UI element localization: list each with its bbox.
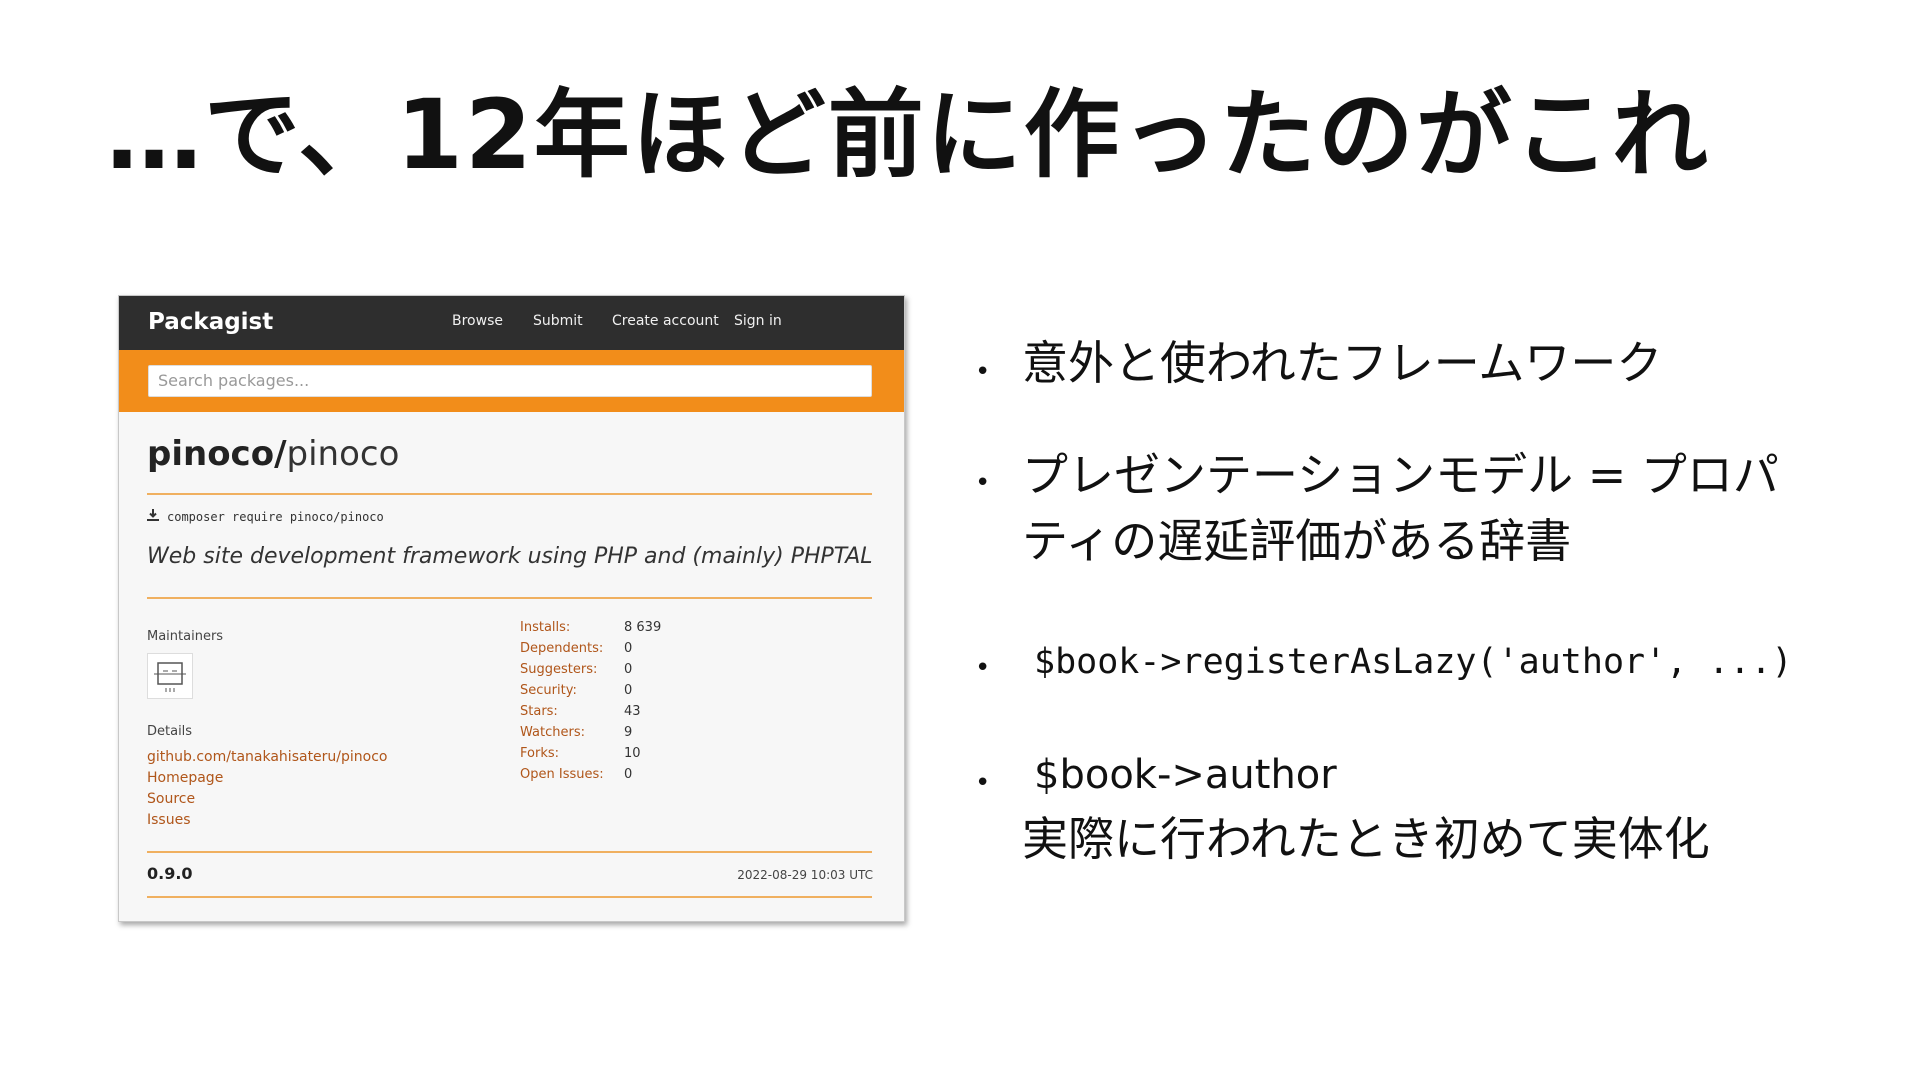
bullet-2-line-2: ティの遅延評価がある辞書	[1022, 514, 1572, 568]
install-command[interactable]: composer require pinoco/pinoco	[147, 509, 384, 524]
stat-forks-value: 10	[624, 746, 641, 761]
github-link[interactable]: github.com/tanakahisateru/pinoco	[147, 749, 388, 765]
stat-open-issues-label[interactable]: Open Issues:	[520, 767, 604, 782]
divider	[147, 493, 872, 495]
divider	[147, 896, 872, 898]
bullet-4-code: $book->author	[1034, 752, 1337, 798]
stat-open-issues-value: 0	[624, 767, 633, 782]
stat-watchers-label[interactable]: Watchers:	[520, 725, 585, 740]
package-description: Web site development framework using PHP…	[147, 544, 873, 569]
maintainer-avatar[interactable]	[147, 653, 193, 699]
stat-dependents-label[interactable]: Dependents:	[520, 641, 603, 656]
bullet-1-text: 意外と使われたフレームワーク	[1022, 336, 1663, 390]
details-label: Details	[147, 724, 193, 739]
stat-security-label[interactable]: Security:	[520, 683, 577, 698]
source-link[interactable]: Source	[147, 791, 195, 807]
bullet-marker: •	[975, 768, 991, 798]
packagist-navbar: Packagist Browse Submit Create account S…	[119, 296, 904, 350]
stat-suggesters-label[interactable]: Suggesters:	[520, 662, 597, 677]
package-title: pinoco/pinoco	[147, 434, 399, 474]
release-date: 2022-08-29 10:03 UTC	[737, 868, 873, 882]
package-vendor: pinoco/	[147, 434, 287, 474]
search-bar: Search packages...	[119, 350, 904, 412]
search-placeholder: Search packages...	[158, 371, 310, 390]
nav-sign-in-link[interactable]: Sign in	[734, 313, 782, 329]
stat-installs-value: 8 639	[624, 620, 662, 635]
bullet-2-line-1: プレゼンテーションモデル = プロパ	[1022, 448, 1779, 502]
stat-suggesters-value: 0	[624, 662, 633, 677]
package-name: pinoco	[286, 434, 400, 474]
bullet-marker: •	[975, 468, 991, 498]
nav-submit-link[interactable]: Submit	[533, 313, 583, 329]
bullet-3-code: $book->registerAsLazy('author', ...)	[1034, 642, 1793, 682]
slide-title: …で、12年ほど前に作ったのがこれ	[106, 79, 1710, 191]
nav-create-account-link[interactable]: Create account	[612, 313, 719, 329]
divider	[147, 597, 872, 599]
issues-link[interactable]: Issues	[147, 812, 191, 828]
stat-watchers-value: 9	[624, 725, 633, 740]
packagist-logo[interactable]: Packagist	[148, 309, 273, 335]
stat-forks-label[interactable]: Forks:	[520, 746, 559, 761]
divider	[147, 851, 872, 853]
stat-security-value: 0	[624, 683, 633, 698]
bullet-4-line-2: 実際に行われたとき初めて実体化	[1022, 812, 1710, 866]
nav-browse-link[interactable]: Browse	[452, 313, 503, 329]
install-command-text: composer require pinoco/pinoco	[167, 510, 384, 524]
bullet-marker: •	[975, 653, 991, 683]
version-label[interactable]: 0.9.0	[147, 864, 193, 883]
download-icon	[147, 509, 161, 524]
bullet-marker: •	[975, 357, 991, 387]
stat-installs-label: Installs:	[520, 620, 571, 635]
homepage-link[interactable]: Homepage	[147, 770, 223, 786]
stat-dependents-value: 0	[624, 641, 633, 656]
maintainers-label: Maintainers	[147, 629, 224, 644]
stat-stars-label[interactable]: Stars:	[520, 704, 558, 719]
packagist-screenshot: Packagist Browse Submit Create account S…	[118, 295, 905, 922]
search-input[interactable]: Search packages...	[148, 365, 872, 397]
stat-stars-value: 43	[624, 704, 641, 719]
